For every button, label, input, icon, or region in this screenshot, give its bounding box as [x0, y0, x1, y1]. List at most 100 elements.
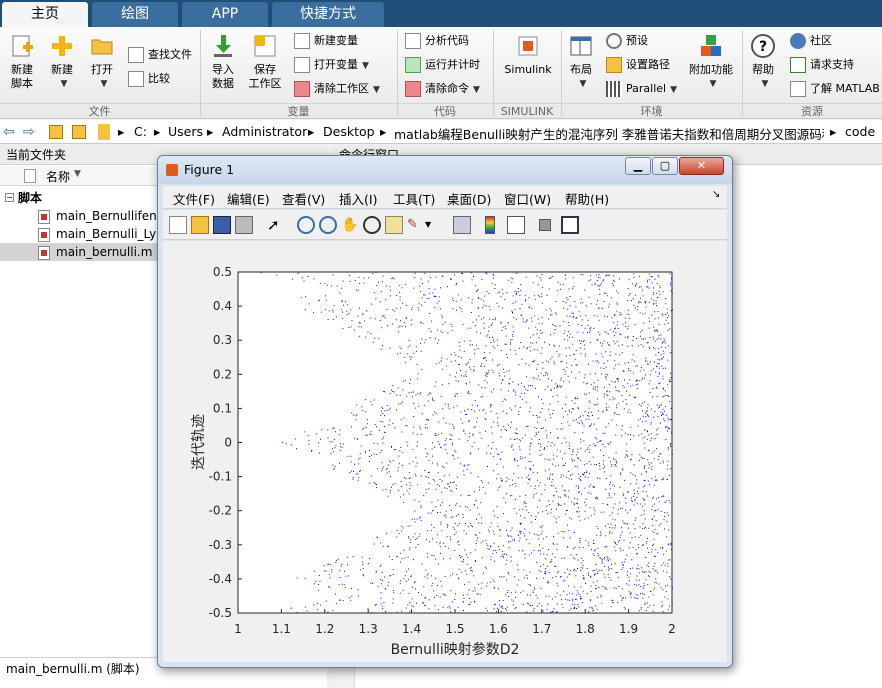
chevron-down-icon: ▼	[709, 79, 717, 89]
breadcrumb-sep: ▸	[380, 124, 387, 139]
breadcrumb-project-folder[interactable]: matlab编程Benulli映射产生的混沌序列 李雅普诺夫指数和倍周期分叉图源…	[394, 124, 824, 143]
new-script-icon	[12, 35, 33, 57]
breadcrumb-users[interactable]: Users	[168, 124, 203, 139]
open-variable-button[interactable]: 打开变量 ▼	[294, 55, 369, 75]
x-tick-label: 1.1	[272, 622, 291, 636]
hide-tools-icon[interactable]	[539, 219, 551, 231]
tab-apps[interactable]: APP	[182, 2, 268, 27]
request-support-button[interactable]: 请求支持	[790, 55, 854, 75]
analyze-code-button[interactable]: 分析代码	[405, 31, 469, 51]
import-data-button[interactable]: 导入 数据	[206, 33, 240, 91]
file-item[interactable]: main_Bernullifenc	[38, 207, 163, 225]
import-label: 导入 数据	[212, 63, 234, 90]
x-tick-label: 1.6	[489, 622, 508, 636]
parallel-button[interactable]: Parallel ▼	[606, 79, 677, 99]
pan-icon[interactable]: ✋	[341, 216, 359, 234]
print-icon[interactable]	[235, 216, 253, 234]
new-variable-label: 新建变量	[314, 34, 358, 47]
tab-shortcuts[interactable]: 快捷方式	[272, 2, 384, 27]
new-variable-button[interactable]: 新建变量	[294, 31, 358, 51]
breadcrumb-sep: ▸	[207, 124, 214, 139]
menu-tools[interactable]: 工具(T)	[393, 189, 435, 208]
compare-label: 比较	[148, 72, 170, 85]
save-icon[interactable]	[213, 216, 231, 234]
file-item-selected[interactable]: main_bernulli.m	[38, 243, 152, 261]
new-figure-icon[interactable]	[169, 216, 187, 234]
tab-plots[interactable]: 绘图	[92, 2, 178, 27]
variable-group-label: 变量	[200, 103, 397, 118]
breadcrumb-code[interactable]: code	[845, 124, 875, 139]
name-column-header[interactable]: 名称	[46, 168, 70, 185]
save-workspace-button[interactable]: 保存 工作区	[246, 33, 284, 91]
simulink-button[interactable]: Simulink	[501, 33, 555, 77]
back-arrow-icon[interactable]: ⇦	[3, 124, 15, 140]
figure-canvas[interactable]: 1 1.1 1.2 1.3 1.4 1.5 1.6 1.7 1.8 1.9 2 0.5 0.4 0.3 0…	[163, 241, 727, 662]
eraser-icon	[405, 81, 421, 97]
figure-title-bar[interactable]: Figure 1 ▁ ▢ ✕	[158, 156, 732, 184]
menu-help[interactable]: 帮助(H)	[565, 189, 609, 208]
dock-icon[interactable]	[561, 216, 579, 234]
collapse-icon[interactable]: −	[5, 193, 14, 202]
breadcrumb-desktop[interactable]: Desktop	[323, 124, 375, 139]
zoom-out-icon[interactable]	[319, 216, 337, 234]
dock-arrow-icon[interactable]: ↘	[712, 189, 720, 200]
figure-window[interactable]: Figure 1 ▁ ▢ ✕ 文件(F) 编辑(E) 查看(V) 插入(I) 工…	[157, 155, 733, 668]
up-folder-icon[interactable]	[49, 125, 63, 139]
new-button[interactable]: 新建 ▼	[46, 33, 78, 91]
browse-folder-icon[interactable]	[72, 125, 86, 139]
y-axis: 0.5 0.4 0.3 0.2 0.1 0 -0.1 -0.2 -0.3 -0.4 -0.5	[209, 265, 242, 620]
add-ons-button[interactable]: 附加功能 ▼	[686, 33, 736, 91]
new-script-button[interactable]: 新建 脚本	[4, 33, 40, 91]
set-path-label: 设置路径	[626, 58, 670, 71]
new-label: 新建	[51, 63, 73, 76]
open-button[interactable]: 打开 ▼	[86, 33, 118, 91]
data-cursor-icon[interactable]	[385, 216, 403, 234]
menu-edit[interactable]: 编辑(E)	[227, 189, 270, 208]
breadcrumb-administrator[interactable]: Administrator	[222, 124, 307, 139]
preferences-button[interactable]: 预设	[606, 31, 648, 51]
compare-button[interactable]: 比较	[128, 69, 170, 89]
sort-arrow-icon[interactable]: ▼	[74, 169, 81, 179]
learn-matlab-button[interactable]: 了解 MATLAB	[790, 79, 880, 99]
help-button[interactable]: ? 帮助 ▼	[748, 33, 778, 91]
menu-file[interactable]: 文件(F)	[173, 189, 215, 208]
brush-icon[interactable]: ✎	[407, 216, 425, 234]
help-icon: ?	[751, 34, 775, 58]
clear-commands-button[interactable]: 清除命令 ▼	[405, 79, 480, 99]
legend-icon[interactable]	[507, 216, 525, 234]
breadcrumb-c[interactable]: C:	[134, 124, 147, 139]
minimize-button[interactable]: ▁	[625, 157, 651, 175]
community-button[interactable]: 社区	[790, 31, 832, 51]
set-path-button[interactable]: 设置路径	[606, 55, 670, 75]
colorbar-icon[interactable]	[485, 216, 495, 234]
menu-window[interactable]: 窗口(W)	[504, 189, 551, 208]
rotate-icon[interactable]	[363, 216, 381, 234]
simulink-group-label: SIMULINK	[493, 103, 561, 118]
menu-insert[interactable]: 插入(I)	[339, 189, 377, 208]
menu-desktop[interactable]: 桌面(D)	[447, 189, 491, 208]
chevron-down-icon[interactable]: ▼	[425, 216, 443, 234]
find-files-button[interactable]: 查找文件	[128, 45, 192, 65]
chevron-down-icon: ▼	[373, 85, 380, 95]
tab-home[interactable]: 主页	[2, 2, 88, 27]
y-tick-label: -0.2	[209, 504, 232, 518]
run-and-time-button[interactable]: 运行并计时	[405, 55, 480, 75]
zoom-in-icon[interactable]	[297, 216, 315, 234]
forward-arrow-icon[interactable]: ⇨	[23, 124, 35, 140]
open-file-icon[interactable]	[191, 216, 209, 234]
clear-workspace-button[interactable]: 清除工作区 ▼	[294, 79, 380, 99]
link-icon[interactable]	[453, 216, 471, 234]
eraser-icon	[294, 81, 310, 97]
bifurcation-plot[interactable]: 1 1.1 1.2 1.3 1.4 1.5 1.6 1.7 1.8 1.9 2 0.50.40.30…	[163, 241, 727, 662]
close-button[interactable]: ✕	[679, 157, 724, 175]
folder-icon	[98, 124, 110, 140]
layout-button[interactable]: 布局 ▼	[566, 33, 596, 91]
maximize-button[interactable]: ▢	[652, 157, 678, 175]
pointer-icon[interactable]: ➚	[267, 216, 285, 234]
breadcrumb-sep: ▸	[118, 124, 125, 139]
y-tick-label: 0.4	[213, 299, 232, 313]
menu-view[interactable]: 查看(V)	[282, 189, 325, 208]
file-item[interactable]: main_Bernulli_Lya	[38, 225, 164, 243]
analyze-code-label: 分析代码	[425, 34, 469, 47]
y-tick-label: 0	[224, 436, 232, 450]
